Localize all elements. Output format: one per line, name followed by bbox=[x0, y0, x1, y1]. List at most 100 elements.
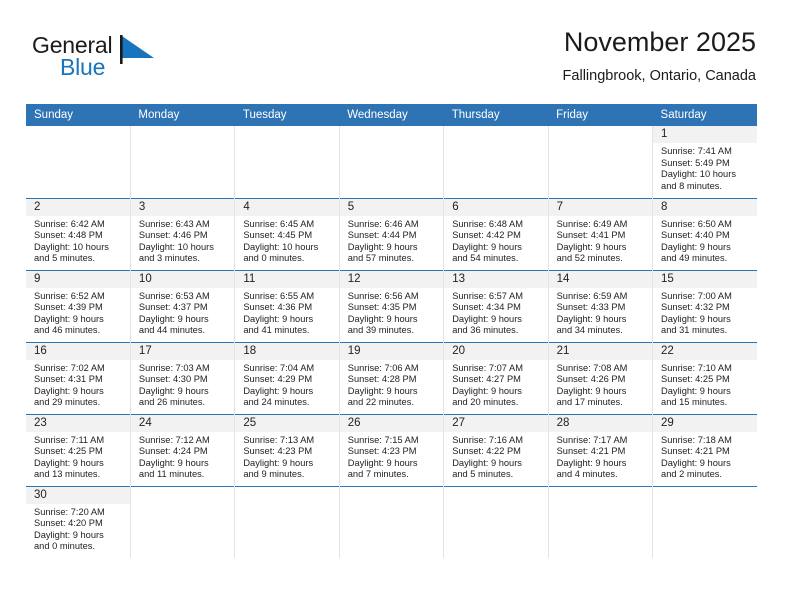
daylight-text-line1: Daylight: 9 hours bbox=[138, 313, 209, 324]
sunset-text: Sunset: 4:45 PM bbox=[243, 230, 313, 241]
calendar-day-cell-empty bbox=[443, 126, 549, 198]
sunrise-text: Sunrise: 7:12 AM bbox=[138, 434, 210, 445]
calendar-day-cell[interactable]: 15 Sunrise: 7:00 AM Sunset: 4:32 PM Dayligh… bbox=[652, 269, 757, 342]
calendar-day-cell[interactable]: 29 Sunrise: 7:18 AM Sunset: 4:21 PM Dayligh… bbox=[652, 413, 757, 486]
daylight-text-line2: and 2 minutes. bbox=[661, 469, 723, 480]
daylight-text-line1: Daylight: 9 hours bbox=[243, 457, 314, 468]
daylight-text-line1: Daylight: 9 hours bbox=[452, 385, 522, 396]
general-blue-logo[interactable]: General Blue bbox=[32, 32, 182, 88]
day-details: Sunrise: 7:16 AM Sunset: 4:22 PM Daylight:… bbox=[444, 432, 547, 481]
daylight-text-line2: and 26 minutes. bbox=[138, 397, 206, 408]
calendar-day-cell-empty bbox=[26, 126, 131, 198]
sunrise-text: Sunrise: 7:03 AM bbox=[138, 362, 210, 373]
day-details: Sunrise: 7:03 AM Sunset: 4:30 PM Daylight:… bbox=[131, 360, 234, 409]
calendar-day-cell[interactable]: 8 Sunrise: 6:50 AM Sunset: 4:40 PM Daylight… bbox=[652, 197, 757, 270]
sunset-text: Sunset: 5:49 PM bbox=[661, 157, 730, 168]
day-details: Sunrise: 7:02 AM Sunset: 4:31 PM Daylight:… bbox=[26, 360, 130, 409]
calendar-day-cell-empty bbox=[548, 126, 654, 198]
daylight-text-line1: Daylight: 9 hours bbox=[452, 457, 522, 468]
sunrise-text: Sunrise: 7:13 AM bbox=[243, 434, 315, 445]
sunrise-text: Sunrise: 6:57 AM bbox=[452, 290, 523, 301]
daylight-text-line2: and 0 minutes. bbox=[243, 253, 305, 264]
logo-text-blue: Blue bbox=[60, 54, 106, 80]
calendar-day-cell[interactable]: 24 Sunrise: 7:12 AM Sunset: 4:24 PM Dayligh… bbox=[130, 413, 236, 486]
day-number: 29 bbox=[653, 414, 757, 432]
daylight-text-line2: and 52 minutes. bbox=[556, 253, 623, 264]
weekday-header-row: Sunday Monday Tuesday Wednesday Thursday Frid… bbox=[26, 104, 757, 126]
calendar-day-cell[interactable]: 20 Sunrise: 7:07 AM Sunset: 4:27 PM Dayligh… bbox=[443, 341, 549, 414]
calendar-day-cell[interactable]: 2 Sunrise: 6:42 AM Sunset: 4:48 PM Daylight… bbox=[26, 197, 131, 270]
calendar-day-cell[interactable]: 9 Sunrise: 6:52 AM Sunset: 4:39 PM Daylight… bbox=[26, 269, 131, 342]
calendar-day-cell[interactable]: 27 Sunrise: 7:16 AM Sunset: 4:22 PM Dayligh… bbox=[443, 413, 549, 486]
day-details: Sunrise: 6:59 AM Sunset: 4:33 PM Daylight:… bbox=[549, 288, 652, 337]
daylight-text-line1: Daylight: 9 hours bbox=[661, 385, 731, 396]
calendar-day-cell[interactable]: 11 Sunrise: 6:55 AM Sunset: 4:36 PM Dayligh… bbox=[234, 269, 340, 342]
calendar-day-cell[interactable]: 21 Sunrise: 7:08 AM Sunset: 4:26 PM Dayligh… bbox=[548, 341, 654, 414]
calendar-day-cell[interactable]: 26 Sunrise: 7:15 AM Sunset: 4:23 PM Dayligh… bbox=[339, 413, 445, 486]
daylight-text-line2: and 0 minutes. bbox=[34, 541, 95, 552]
calendar-week-row: 16 Sunrise: 7:02 AM Sunset: 4:31 PM Dayligh… bbox=[26, 341, 757, 414]
calendar-body: 1 Sunrise: 7:41 AM Sunset: 5:49 PM Daylight… bbox=[26, 126, 757, 558]
calendar-day-cell[interactable]: 25 Sunrise: 7:13 AM Sunset: 4:23 PM Dayligh… bbox=[234, 413, 340, 486]
sunrise-text: Sunrise: 6:55 AM bbox=[243, 290, 315, 301]
calendar-day-cell[interactable]: 13 Sunrise: 6:57 AM Sunset: 4:34 PM Dayligh… bbox=[443, 269, 549, 342]
daylight-text-line1: Daylight: 9 hours bbox=[138, 457, 209, 468]
calendar-day-cell[interactable]: 3 Sunrise: 6:43 AM Sunset: 4:46 PM Daylight… bbox=[130, 197, 236, 270]
calendar-day-cell[interactable]: 14 Sunrise: 6:59 AM Sunset: 4:33 PM Dayligh… bbox=[548, 269, 654, 342]
daylight-text-line1: Daylight: 9 hours bbox=[347, 241, 418, 252]
weekday-header-wednesday: Wednesday bbox=[339, 104, 444, 126]
day-number: 10 bbox=[130, 270, 235, 288]
sunrise-text: Sunrise: 6:45 AM bbox=[243, 218, 315, 229]
calendar-day-cell[interactable]: 28 Sunrise: 7:17 AM Sunset: 4:21 PM Dayligh… bbox=[548, 413, 654, 486]
sunset-text: Sunset: 4:37 PM bbox=[138, 302, 208, 313]
day-details: Sunrise: 7:11 AM Sunset: 4:25 PM Daylight:… bbox=[26, 432, 130, 481]
sunrise-text: Sunrise: 6:53 AM bbox=[138, 290, 210, 301]
daylight-text-line2: and 15 minutes. bbox=[661, 397, 728, 408]
sunset-text: Sunset: 4:26 PM bbox=[556, 374, 626, 385]
day-number: 13 bbox=[444, 270, 548, 288]
calendar-week-row: 2 Sunrise: 6:42 AM Sunset: 4:48 PM Daylight… bbox=[26, 197, 757, 270]
daylight-text-line2: and 20 minutes. bbox=[452, 397, 519, 408]
sunrise-text: Sunrise: 7:15 AM bbox=[347, 434, 419, 445]
sunset-text: Sunset: 4:33 PM bbox=[556, 302, 626, 313]
calendar-day-cell[interactable]: 7 Sunrise: 6:49 AM Sunset: 4:41 PM Daylight… bbox=[548, 197, 654, 270]
calendar-day-cell[interactable]: 17 Sunrise: 7:03 AM Sunset: 4:30 PM Dayligh… bbox=[130, 341, 236, 414]
sunset-text: Sunset: 4:34 PM bbox=[452, 302, 521, 313]
calendar-day-cell[interactable]: 10 Sunrise: 6:53 AM Sunset: 4:37 PM Dayligh… bbox=[130, 269, 236, 342]
sunrise-text: Sunrise: 6:50 AM bbox=[661, 218, 732, 229]
calendar-day-cell[interactable]: 1 Sunrise: 7:41 AM Sunset: 5:49 PM Daylight… bbox=[653, 126, 757, 198]
daylight-text-line1: Daylight: 10 hours bbox=[34, 241, 109, 252]
daylight-text-line1: Daylight: 9 hours bbox=[34, 529, 104, 540]
logo-flag-icon bbox=[120, 35, 154, 64]
calendar-week-row: 9 Sunrise: 6:52 AM Sunset: 4:39 PM Daylight… bbox=[26, 269, 757, 342]
day-details: Sunrise: 7:12 AM Sunset: 4:24 PM Daylight:… bbox=[131, 432, 234, 481]
day-number: 19 bbox=[339, 342, 444, 360]
day-details: Sunrise: 6:55 AM Sunset: 4:36 PM Daylight:… bbox=[235, 288, 338, 337]
daylight-text-line1: Daylight: 9 hours bbox=[243, 385, 314, 396]
sunrise-text: Sunrise: 6:56 AM bbox=[347, 290, 419, 301]
day-details: Sunrise: 7:20 AM Sunset: 4:20 PM Daylight:… bbox=[26, 504, 130, 553]
daylight-text-line2: and 8 minutes. bbox=[661, 180, 723, 191]
sunset-text: Sunset: 4:29 PM bbox=[243, 374, 313, 385]
calendar-day-cell[interactable]: 19 Sunrise: 7:06 AM Sunset: 4:28 PM Dayligh… bbox=[339, 341, 445, 414]
calendar-day-cell[interactable]: 30 Sunrise: 7:20 AM Sunset: 4:20 PM Dayligh… bbox=[26, 485, 131, 558]
calendar-day-cell[interactable]: 22 Sunrise: 7:10 AM Sunset: 4:25 PM Dayligh… bbox=[652, 341, 757, 414]
calendar-day-cell[interactable]: 4 Sunrise: 6:45 AM Sunset: 4:45 PM Daylight… bbox=[234, 197, 340, 270]
sunrise-text: Sunrise: 7:18 AM bbox=[661, 434, 732, 445]
calendar-day-cell[interactable]: 18 Sunrise: 7:04 AM Sunset: 4:29 PM Dayligh… bbox=[234, 341, 340, 414]
calendar-day-cell[interactable]: 12 Sunrise: 6:56 AM Sunset: 4:35 PM Dayligh… bbox=[339, 269, 445, 342]
calendar-day-cell[interactable]: 5 Sunrise: 6:46 AM Sunset: 4:44 PM Daylight… bbox=[339, 197, 445, 270]
daylight-text-line1: Daylight: 9 hours bbox=[34, 385, 104, 396]
calendar-day-cell[interactable]: 23 Sunrise: 7:11 AM Sunset: 4:25 PM Dayligh… bbox=[26, 413, 131, 486]
day-details: Sunrise: 6:45 AM Sunset: 4:45 PM Daylight:… bbox=[235, 216, 338, 265]
calendar-day-cell[interactable]: 6 Sunrise: 6:48 AM Sunset: 4:42 PM Daylight… bbox=[443, 197, 549, 270]
calendar-day-cell[interactable]: 16 Sunrise: 7:02 AM Sunset: 4:31 PM Dayligh… bbox=[26, 341, 131, 414]
sunset-text: Sunset: 4:25 PM bbox=[34, 446, 103, 457]
weekday-header-saturday: Saturday bbox=[652, 104, 757, 126]
daylight-text-line2: and 49 minutes. bbox=[661, 253, 728, 264]
daylight-text-line2: and 29 minutes. bbox=[34, 397, 101, 408]
sunrise-text: Sunrise: 6:52 AM bbox=[34, 290, 105, 301]
day-number: 25 bbox=[235, 414, 339, 432]
daylight-text-line1: Daylight: 9 hours bbox=[556, 457, 627, 468]
sunrise-text: Sunrise: 7:20 AM bbox=[34, 506, 105, 517]
